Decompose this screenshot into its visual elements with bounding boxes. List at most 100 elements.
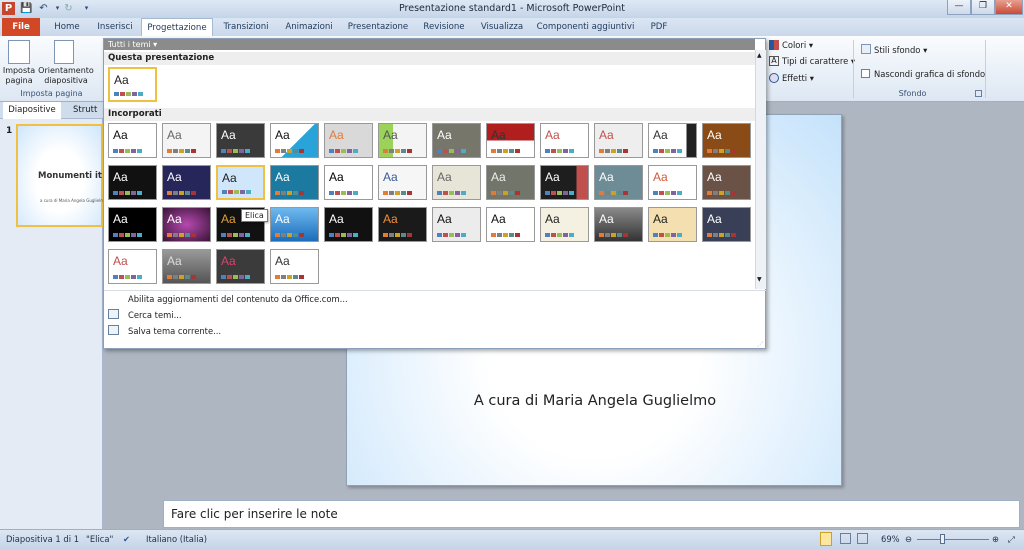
tab-visualizza[interactable]: Visualizza [474, 18, 530, 36]
zoom-in-icon[interactable]: ⊕ [992, 534, 999, 544]
tab-progettazione[interactable]: Progettazione [141, 18, 213, 37]
theme-option[interactable]: Aa [324, 207, 373, 242]
theme-option[interactable]: Aa [108, 165, 157, 200]
theme-option[interactable]: Aa [540, 165, 589, 200]
scroll-down-icon[interactable]: ▼ [757, 276, 762, 283]
scroll-up-icon[interactable]: ▲ [757, 52, 762, 59]
theme-option[interactable]: Aa [594, 165, 643, 200]
dialog-launcher-icon[interactable] [975, 90, 982, 97]
hide-background-checkbox[interactable] [861, 69, 870, 78]
ribbon-tabs: File Home Inserisci Progettazione Transizion… [0, 18, 1024, 37]
zoom-slider-thumb[interactable] [939, 534, 945, 544]
spellcheck-icon[interactable]: ✔ [123, 534, 130, 544]
normal-view-icon[interactable] [820, 532, 832, 546]
theme-option[interactable]: Aa [270, 207, 319, 242]
minimize-button[interactable]: — [947, 0, 971, 15]
theme-option[interactable]: Aa [378, 165, 427, 200]
orientation-icon[interactable] [54, 40, 74, 64]
tab-outline[interactable]: Strutt [73, 102, 97, 119]
theme-current[interactable]: Aa [108, 67, 157, 102]
slide-sorter-icon[interactable] [840, 533, 851, 544]
tab-pdf[interactable]: PDF [642, 18, 676, 36]
theme-option[interactable]: Aa [324, 123, 373, 158]
page-setup-icon[interactable] [8, 40, 30, 64]
theme-option[interactable]: Aa [702, 207, 751, 242]
notes-pane[interactable]: Fare clic per inserire le note [163, 500, 1020, 528]
theme-sample-text: Aa [383, 170, 398, 184]
close-button[interactable]: ✕ [995, 0, 1023, 15]
reading-view-icon[interactable] [857, 533, 868, 544]
theme-name[interactable]: "Elica" [86, 534, 113, 544]
background-styles-button[interactable]: Stili sfondo ▾ [874, 45, 927, 55]
theme-option[interactable]: Aa [702, 123, 751, 158]
theme-option[interactable]: Aa [270, 165, 319, 200]
theme-sample-text: Aa [383, 212, 398, 226]
tab-transizioni[interactable]: Transizioni [215, 18, 277, 36]
tab-file[interactable]: File [2, 18, 40, 36]
theme-option[interactable]: Aa [702, 165, 751, 200]
theme-option[interactable]: Aa [162, 249, 211, 284]
theme-effects-button[interactable]: Effetti ▾ [782, 73, 814, 83]
gallery-scrollbar[interactable]: ▲ ▼ [755, 50, 766, 289]
theme-option[interactable]: Aa [378, 123, 427, 158]
enable-office-updates[interactable]: Abilita aggiornamenti del contenuto da O… [128, 294, 348, 304]
theme-option[interactable]: Aa [162, 207, 211, 242]
theme-option[interactable]: Aa [648, 207, 697, 242]
slide-thumbnail[interactable]: Monumenti it a cura di Maria Angela Gugl… [16, 124, 107, 227]
theme-option[interactable]: Aa [486, 123, 535, 158]
theme-option[interactable]: Aa [594, 207, 643, 242]
theme-option[interactable]: Aa [486, 165, 535, 200]
theme-option[interactable]: Aa [648, 165, 697, 200]
theme-option[interactable]: Aa [216, 123, 265, 158]
tab-animazioni[interactable]: Animazioni [278, 18, 340, 36]
fit-to-window-icon[interactable]: ⤢ [1008, 534, 1015, 545]
slide-subtitle[interactable]: A cura di Maria Angela Guglielmo [347, 393, 843, 409]
theme-option[interactable]: Aa [486, 207, 535, 242]
theme-option[interactable]: Aa [540, 207, 589, 242]
save-theme-icon [108, 325, 119, 335]
theme-option[interactable]: Aa [216, 249, 265, 284]
theme-sample-text: Aa [221, 254, 236, 268]
theme-option[interactable]: Aa [216, 165, 265, 200]
theme-option[interactable]: Aa [324, 165, 373, 200]
theme-sample-text: Aa [545, 170, 560, 184]
tab-slides[interactable]: Diapositive [3, 102, 61, 119]
theme-sample-text: Aa [491, 128, 506, 142]
theme-option[interactable]: Aa [432, 207, 481, 242]
theme-option[interactable]: Aa [270, 123, 319, 158]
zoom-level[interactable]: 69% [881, 534, 900, 544]
theme-option[interactable]: Aa [378, 207, 427, 242]
theme-option[interactable]: Aa [432, 123, 481, 158]
tab-home[interactable]: Home [44, 18, 90, 36]
theme-option[interactable]: Aa [108, 249, 157, 284]
section-this-presentation: Questa presentazione [104, 52, 755, 65]
zoom-slider-track[interactable] [917, 539, 989, 540]
browse-themes[interactable]: Cerca temi... [128, 310, 182, 320]
language[interactable]: Italiano (Italia) [146, 534, 207, 544]
theme-option[interactable]: Aa [540, 123, 589, 158]
theme-tooltip: Elica [241, 209, 268, 222]
gallery-header[interactable]: Tutti i temi ▾ [104, 39, 755, 50]
maximize-button[interactable]: ❐ [971, 0, 995, 15]
theme-option[interactable]: Aa [108, 123, 157, 158]
theme-option[interactable]: Aa [162, 123, 211, 158]
theme-option[interactable]: Aa [648, 123, 697, 158]
tab-revisione[interactable]: Revisione [418, 18, 470, 36]
theme-swatches [599, 149, 629, 153]
tab-presentazione[interactable]: Presentazione [343, 18, 413, 36]
theme-fonts-button[interactable]: Tipi di carattere ▾ [782, 56, 855, 66]
save-current-theme[interactable]: Salva tema corrente... [128, 326, 221, 336]
theme-option[interactable]: Aa [432, 165, 481, 200]
theme-option[interactable]: Aa [270, 249, 319, 284]
orientation-button[interactable]: Orientamento diapositiva [38, 66, 94, 86]
zoom-out-icon[interactable]: ⊖ [905, 534, 912, 544]
tab-inserisci[interactable]: Inserisci [90, 18, 140, 36]
tab-componenti-aggiuntivi[interactable]: Componenti aggiuntivi [533, 18, 638, 36]
theme-option[interactable]: Aa [594, 123, 643, 158]
resize-grip-icon[interactable]: ⋰ [757, 341, 765, 349]
section-builtin: Incorporati [104, 108, 755, 121]
theme-option[interactable]: Aa [162, 165, 211, 200]
theme-colors-button[interactable]: Colori ▾ [782, 40, 813, 50]
page-setup-button[interactable]: Imposta pagina [2, 66, 36, 86]
theme-option[interactable]: Aa [108, 207, 157, 242]
